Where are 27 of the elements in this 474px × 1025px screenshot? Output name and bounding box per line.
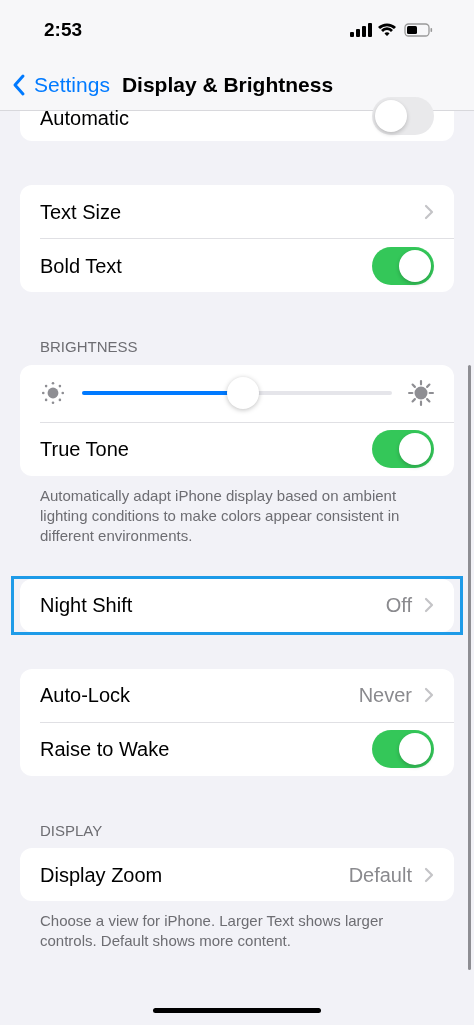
back-button[interactable]: Settings	[12, 69, 110, 101]
back-chevron-icon	[12, 73, 26, 97]
page-title: Display & Brightness	[121, 72, 334, 99]
section-footer: Choose a view for iPhone. Larger Text shows larger controls. Default shows more content.	[0, 911, 474, 951]
settings-row[interactable]: Auto-Lock Never	[20, 668, 454, 722]
settings-row[interactable]: Night Shift Off	[20, 578, 454, 632]
chevron-icon	[424, 687, 434, 703]
toggle-switch[interactable]	[372, 430, 434, 468]
section-header: BRIGHTNESS	[39, 337, 139, 357]
chevron-icon	[424, 866, 434, 883]
settings-row[interactable]: Display Zoom Default	[20, 848, 454, 901]
row-label: True Tone	[40, 437, 130, 462]
toggle-switch[interactable]	[372, 97, 434, 135]
section-footer: Automatically adapt iPhone display based on ambient lighting conditions to make colors appear consistent in different environments.	[0, 485, 474, 546]
toggle-switch[interactable]	[372, 246, 434, 285]
settings-row[interactable]: Text Size	[20, 185, 454, 238]
row-label: Bold Text	[40, 253, 123, 279]
chevron-icon	[424, 597, 434, 613]
section-header: DISPLAY	[39, 820, 104, 841]
bright-sun-icon	[408, 380, 434, 406]
row-label: Automatic	[40, 106, 130, 131]
chevron-icon	[424, 203, 434, 220]
toggle-switch[interactable]	[372, 730, 434, 768]
dim-sun-icon	[40, 380, 66, 406]
brightness-slider[interactable]	[82, 377, 392, 409]
status-time: 2:53	[43, 17, 84, 42]
row-label: Raise to Wake	[40, 737, 171, 762]
